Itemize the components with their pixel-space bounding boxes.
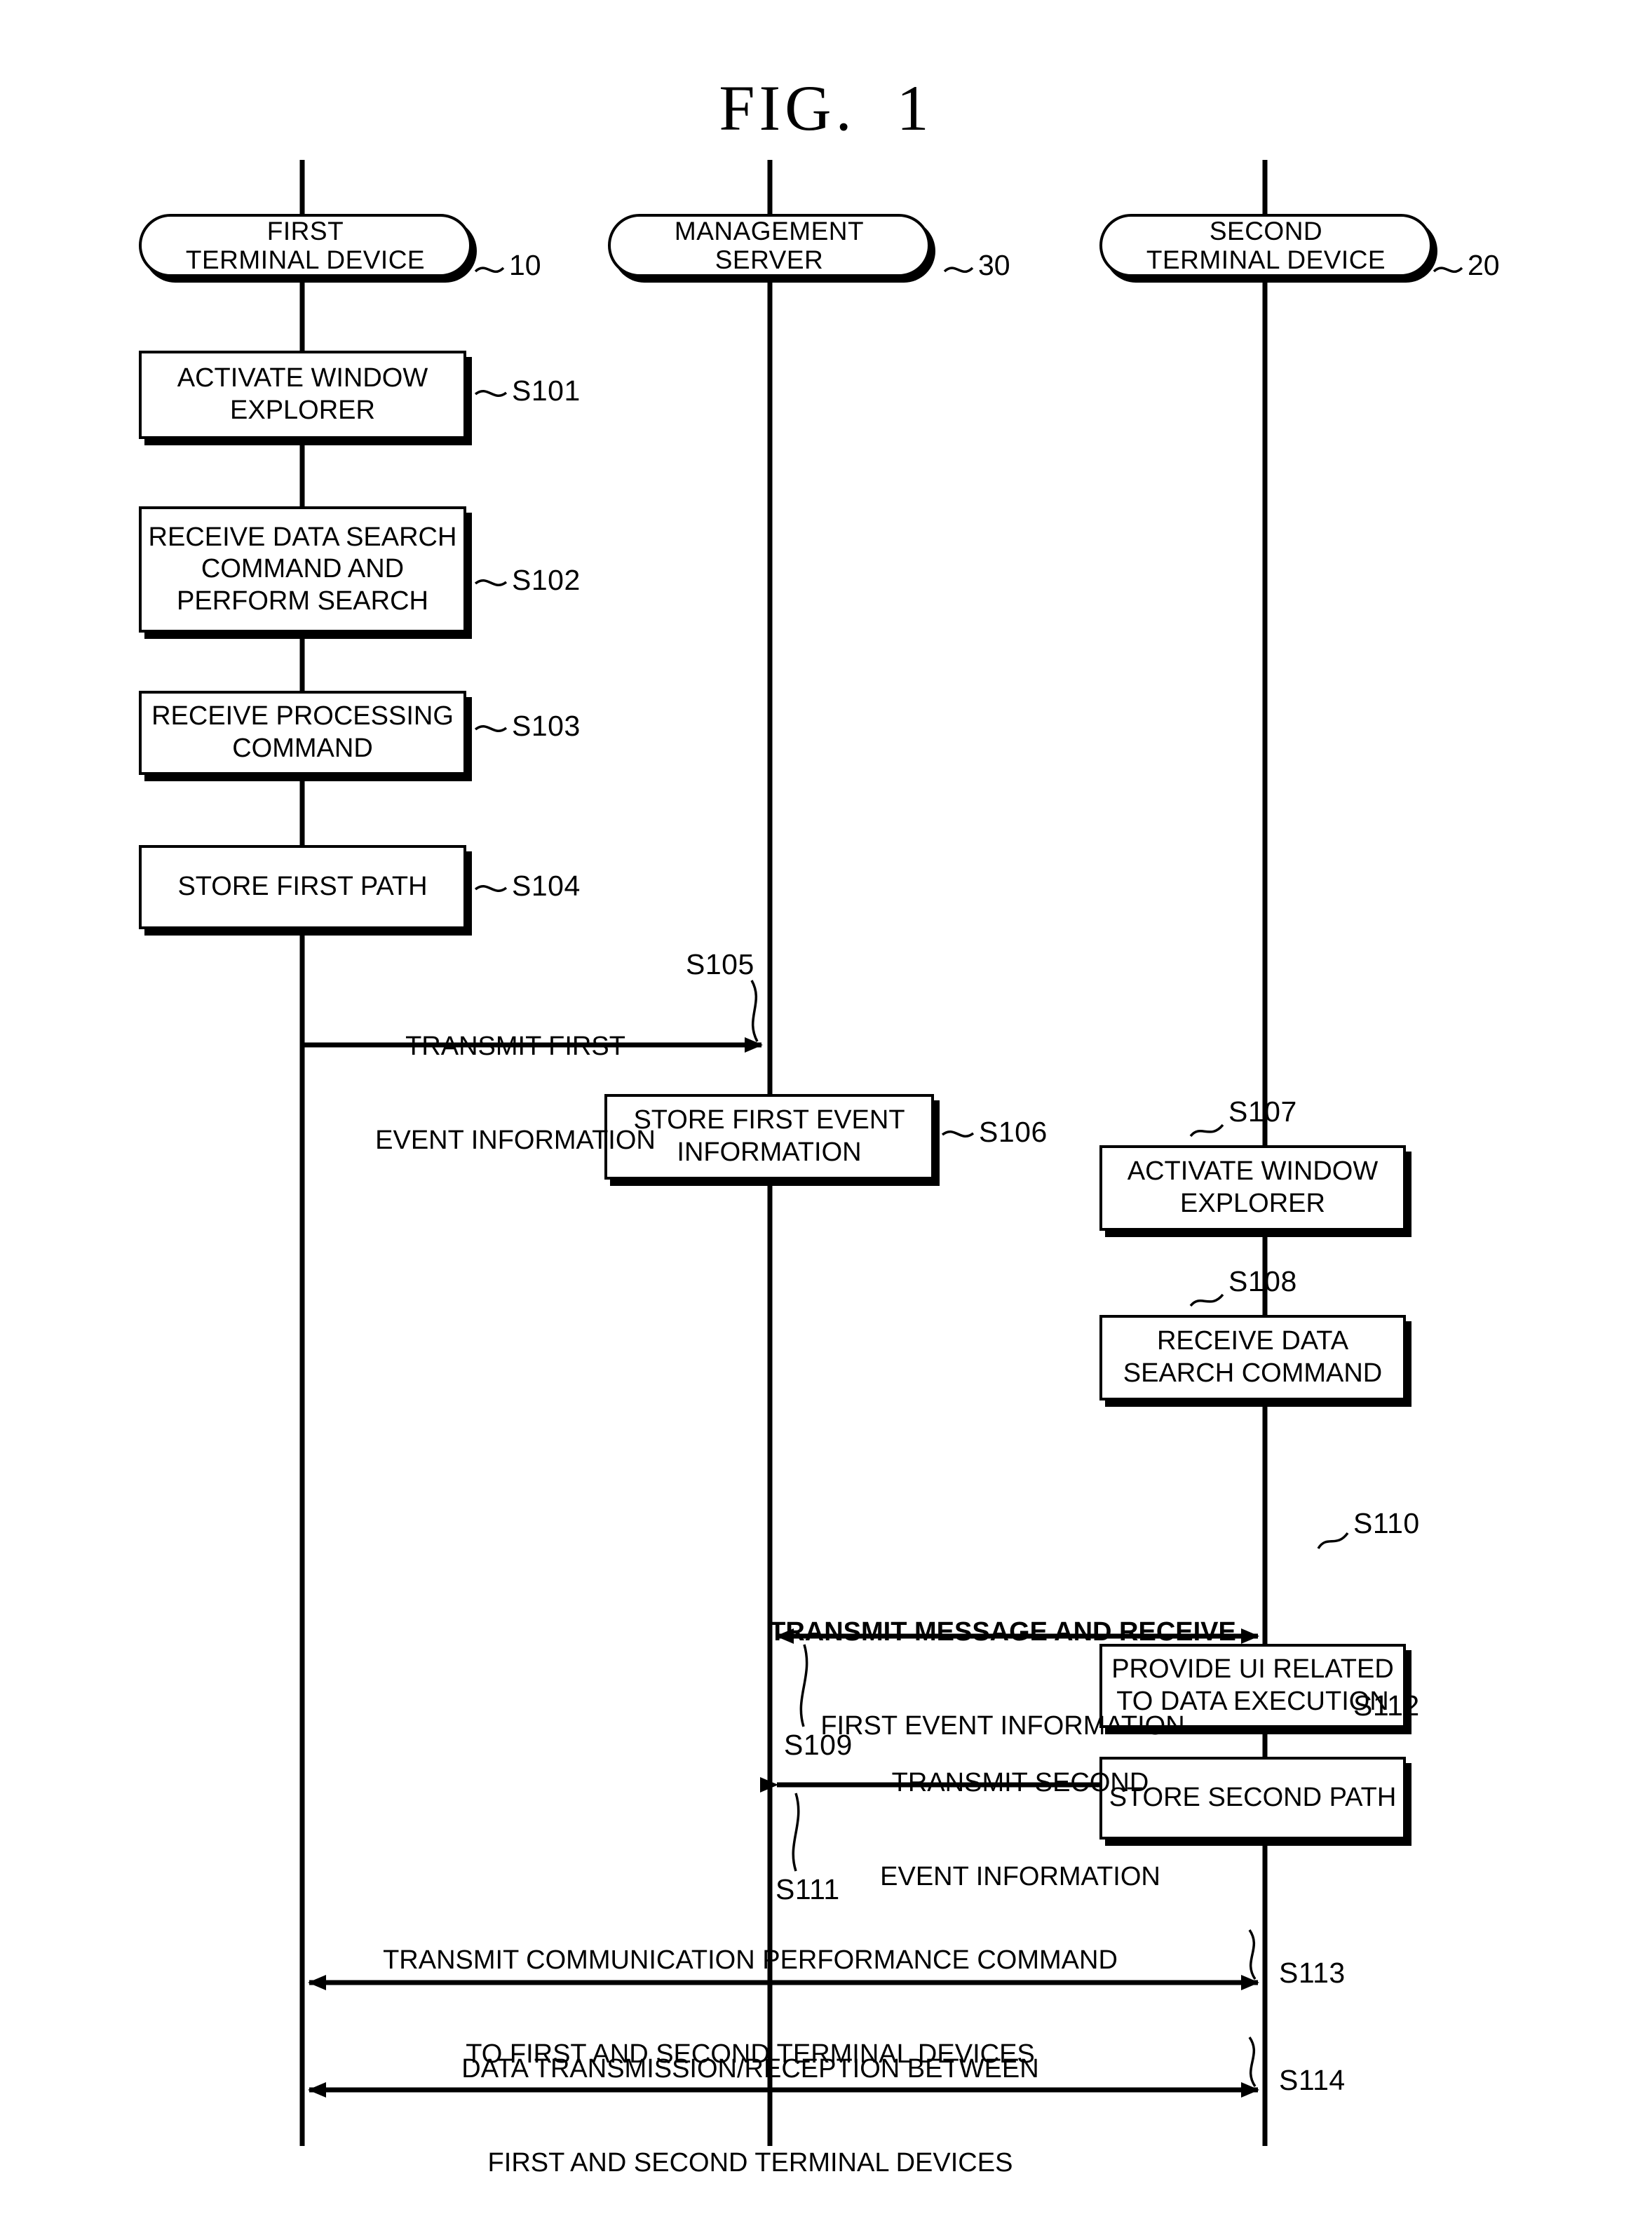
- process-box-s103[interactable]: RECEIVE PROCESSING COMMAND: [139, 691, 466, 775]
- leader-s106: [941, 1130, 975, 1138]
- lifeline-header-management-server-line2: SERVER: [715, 245, 824, 274]
- lifeline-header-first-terminal-device-line1: FIRST: [266, 216, 344, 245]
- step-label-s102: S102: [512, 564, 581, 596]
- lifeline-header-management-server[interactable]: MANAGEMENT SERVER: [608, 214, 930, 277]
- process-box-s101-line1: ACTIVATE WINDOW: [177, 363, 428, 393]
- process-box-s102-line1: RECEIVE DATA SEARCH: [148, 522, 457, 552]
- process-box-s107[interactable]: ACTIVATE WINDOW EXPLORER: [1099, 1145, 1406, 1231]
- step-label-s114: S114: [1279, 2064, 1346, 2096]
- process-box-s103-line2: COMMAND: [232, 734, 373, 763]
- step-label-s105: S105: [686, 948, 754, 980]
- process-box-s102[interactable]: RECEIVE DATA SEARCH COMMAND AND PERFORM …: [139, 506, 466, 633]
- lifeline-header-first-terminal-device[interactable]: FIRST TERMINAL DEVICE: [139, 214, 472, 277]
- message-caption-s113-line1: TRANSMIT COMMUNICATION PERFORMANCE COMMA…: [383, 1945, 1118, 1975]
- message-caption-s114-line2: FIRST AND SECOND TERMINAL DEVICES: [487, 2148, 1013, 2178]
- leader-ref-10: [474, 266, 505, 274]
- step-label-s106: S106: [979, 1116, 1048, 1148]
- message-caption-s111-line1: TRANSMIT SECOND: [891, 1767, 1149, 1797]
- process-box-s103-line1: RECEIVE PROCESSING: [151, 701, 454, 731]
- message-caption-s109-line1: TRANSMIT MESSAGE AND RECEIVE: [769, 1616, 1236, 1647]
- process-box-s108[interactable]: RECEIVE DATA SEARCH COMMAND: [1099, 1315, 1406, 1400]
- message-caption-s105-line2: EVENT INFORMATION: [375, 1126, 656, 1156]
- leader-s110: [1317, 1532, 1349, 1550]
- process-box-s102-line2: COMMAND AND: [201, 554, 405, 584]
- lifeline-header-second-terminal-device-line1: SECOND: [1209, 216, 1323, 245]
- lifeline-header-management-server-line1: MANAGEMENT: [674, 216, 865, 245]
- step-label-s103: S103: [512, 710, 581, 742]
- step-label-s110: S110: [1353, 1507, 1420, 1539]
- step-label-s101: S101: [512, 374, 581, 407]
- process-box-s104[interactable]: STORE FIRST PATH: [139, 845, 466, 929]
- step-label-s108: S108: [1228, 1265, 1297, 1297]
- step-label-s112: S112: [1353, 1689, 1420, 1722]
- reference-numeral-20: 20: [1468, 249, 1500, 281]
- step-label-s113: S113: [1279, 1957, 1346, 1989]
- leader-s108: [1189, 1293, 1224, 1307]
- patent-figure-page: FIG. 1 FIRST TERMINAL DEVICE MANAGEMENT …: [0, 0, 1652, 2214]
- lifeline-header-second-terminal-device-line2: TERMINAL DEVICE: [1146, 245, 1386, 274]
- leader-s107: [1189, 1123, 1224, 1138]
- message-caption-s114: DATA TRANSMISSION/RECEPTION BETWEEN FIRS…: [231, 1990, 1269, 2214]
- lifeline-header-second-terminal-device[interactable]: SECOND TERMINAL DEVICE: [1099, 214, 1433, 277]
- process-box-s101[interactable]: ACTIVATE WINDOW EXPLORER: [139, 351, 466, 439]
- reference-numeral-30: 30: [978, 249, 1010, 281]
- leader-s103: [474, 724, 508, 733]
- leader-ref-30: [943, 266, 974, 274]
- message-caption-s114-line1: DATA TRANSMISSION/RECEPTION BETWEEN: [461, 2053, 1039, 2084]
- process-box-s104-line1: STORE FIRST PATH: [177, 872, 428, 902]
- lifeline-header-first-terminal-device-line2: TERMINAL DEVICE: [185, 245, 426, 274]
- step-label-s104: S104: [512, 870, 581, 902]
- message-caption-s105: TRANSMIT FIRST EVENT INFORMATION: [273, 968, 757, 1220]
- process-box-s102-line3: PERFORM SEARCH: [177, 586, 428, 616]
- process-box-s108-line1: RECEIVE DATA: [1156, 1326, 1349, 1356]
- leader-s104: [474, 884, 508, 893]
- leader-s102: [474, 579, 508, 587]
- process-box-s101-line2: EXPLORER: [230, 396, 375, 425]
- leader-s101: [474, 389, 508, 398]
- process-box-s107-line2: EXPLORER: [1180, 1189, 1325, 1218]
- process-box-s107-line1: ACTIVATE WINDOW: [1127, 1156, 1379, 1187]
- leader-ref-20: [1433, 266, 1463, 274]
- process-box-s108-line2: SEARCH COMMAND: [1123, 1358, 1383, 1388]
- message-caption-s105-line1: TRANSMIT FIRST: [405, 1031, 625, 1061]
- step-label-s107: S107: [1228, 1095, 1297, 1128]
- reference-numeral-10: 10: [509, 249, 541, 281]
